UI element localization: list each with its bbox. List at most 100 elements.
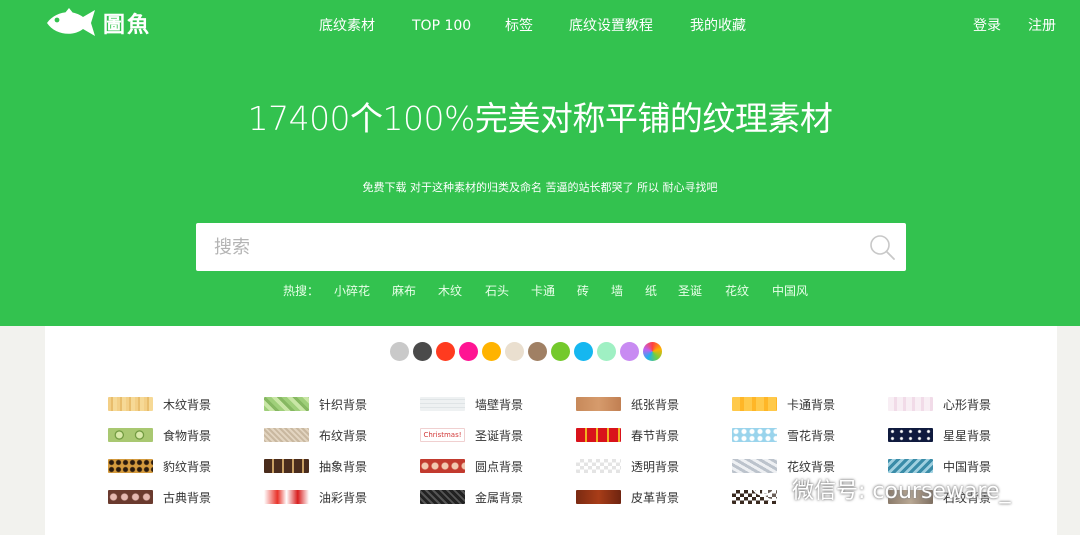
category-thumbnail xyxy=(108,459,153,473)
category-item[interactable]: 抽象背景 xyxy=(264,456,367,476)
category-label: 针织背景 xyxy=(319,397,368,412)
color-swatch[interactable] xyxy=(597,342,616,361)
hot-tag[interactable]: 墙 xyxy=(611,282,623,299)
category-label: 透明背景 xyxy=(631,459,680,474)
category-thumbnail xyxy=(420,397,465,411)
category-label: 纸张背景 xyxy=(631,397,680,412)
category-thumbnail xyxy=(888,428,933,442)
color-swatch[interactable] xyxy=(413,342,432,361)
hero-headline: 17400个100%完美对称平铺的纹理素材 xyxy=(247,99,833,138)
category-item[interactable]: 卡通背景 xyxy=(732,394,835,414)
category-thumbnail xyxy=(888,459,933,473)
color-swatch[interactable] xyxy=(482,342,501,361)
category-label: 卡通背景 xyxy=(787,397,836,412)
hot-tag[interactable]: 小碎花 xyxy=(334,282,370,299)
color-swatch[interactable] xyxy=(620,342,639,361)
category-item[interactable]: 油彩背景 xyxy=(264,487,367,507)
nav-item-tags[interactable]: 标签 xyxy=(505,14,533,38)
color-swatch[interactable] xyxy=(459,342,478,361)
category-item[interactable]: 古典背景 xyxy=(108,487,211,507)
hot-tag[interactable]: 圣诞 xyxy=(678,282,702,299)
category-thumbnail xyxy=(888,397,933,411)
register-link[interactable]: 注册 xyxy=(1028,14,1056,38)
category-label: 豹纹背景 xyxy=(163,459,212,474)
wechat-icon xyxy=(752,476,784,501)
category-item[interactable]: 纸张背景 xyxy=(576,394,679,414)
nav-item-tutorial[interactable]: 底纹设置教程 xyxy=(569,14,653,38)
color-swatch[interactable] xyxy=(528,342,547,361)
search-icon[interactable] xyxy=(868,233,896,261)
category-thumbnail xyxy=(264,428,309,442)
category-label: 春节背景 xyxy=(631,428,680,443)
login-link[interactable]: 登录 xyxy=(973,14,1001,38)
category-label: 古典背景 xyxy=(163,490,212,505)
watermark-text: 微信号: courseware_ xyxy=(792,479,1011,504)
category-thumbnail xyxy=(576,428,621,442)
category-label: 金属背景 xyxy=(475,490,524,505)
category-item[interactable]: 金属背景 xyxy=(420,487,523,507)
hot-tag[interactable]: 纸 xyxy=(645,282,657,299)
category-item[interactable]: 圆点背景 xyxy=(420,456,523,476)
category-item[interactable]: 豹纹背景 xyxy=(108,456,211,476)
hot-tag[interactable]: 砖 xyxy=(577,282,589,299)
hot-tag[interactable]: 卡通 xyxy=(531,282,555,299)
wechat-watermark: 微信号: courseware_ xyxy=(752,472,1011,506)
color-swatch[interactable] xyxy=(505,342,524,361)
category-item[interactable]: 春节背景 xyxy=(576,425,679,445)
category-label: 圆点背景 xyxy=(475,459,524,474)
category-thumbnail xyxy=(420,459,465,473)
hot-tag[interactable]: 花纹 xyxy=(725,282,749,299)
color-swatch[interactable] xyxy=(436,342,455,361)
category-item[interactable]: 布纹背景 xyxy=(264,425,367,445)
category-thumbnail xyxy=(732,428,777,442)
category-thumbnail xyxy=(732,459,777,473)
category-label: 星星背景 xyxy=(943,428,992,443)
color-swatch[interactable] xyxy=(574,342,593,361)
hot-search-label: 热搜： xyxy=(283,284,320,298)
category-item[interactable]: Christmas! 圣诞背景 xyxy=(420,425,523,445)
hot-tag[interactable]: 中国风 xyxy=(772,282,808,299)
category-item[interactable]: 星星背景 xyxy=(888,425,991,445)
category-thumbnail xyxy=(264,397,309,411)
category-label: 墙壁背景 xyxy=(475,397,524,412)
category-thumbnail xyxy=(732,397,777,411)
category-label: 雪花背景 xyxy=(787,428,836,443)
hot-tag[interactable]: 石头 xyxy=(485,282,509,299)
category-thumbnail xyxy=(576,490,621,504)
nav-item-texture-material[interactable]: 底纹素材 xyxy=(319,14,375,38)
category-thumbnail xyxy=(420,490,465,504)
category-thumbnail xyxy=(108,490,153,504)
category-label: 抽象背景 xyxy=(319,459,368,474)
category-thumbnail xyxy=(264,459,309,473)
category-label: 食物背景 xyxy=(163,428,212,443)
category-thumbnail xyxy=(108,397,153,411)
category-label: 圣诞背景 xyxy=(475,428,524,443)
category-label: 皮革背景 xyxy=(631,490,680,505)
category-item[interactable]: 透明背景 xyxy=(576,456,679,476)
category-item[interactable]: 食物背景 xyxy=(108,425,211,445)
category-thumbnail: Christmas! xyxy=(420,428,465,442)
color-swatch[interactable] xyxy=(551,342,570,361)
category-item[interactable]: 墙壁背景 xyxy=(420,394,523,414)
nav-item-favorites[interactable]: 我的收藏 xyxy=(690,14,746,38)
category-thumbnail xyxy=(576,459,621,473)
nav-item-top100[interactable]: TOP 100 xyxy=(412,14,471,38)
hero-subline: 免费下载 对于这种素材的归类及命名 苦逼的站长都哭了 所以 耐心寻找吧 xyxy=(362,181,718,194)
top-nav: 底纹素材 TOP 100 标签 底纹设置教程 我的收藏 登录 注册 xyxy=(0,14,1080,38)
category-item[interactable]: 木纹背景 xyxy=(108,394,211,414)
hot-tag[interactable]: 木纹 xyxy=(438,282,462,299)
category-thumbnail xyxy=(108,428,153,442)
category-thumbnail xyxy=(264,490,309,504)
category-label: 油彩背景 xyxy=(319,490,368,505)
category-item[interactable]: 心形背景 xyxy=(888,394,991,414)
search-input[interactable] xyxy=(196,223,846,271)
color-swatch-multicolor[interactable] xyxy=(643,342,662,361)
category-thumbnail xyxy=(576,397,621,411)
category-item[interactable]: 针织背景 xyxy=(264,394,367,414)
color-swatch[interactable] xyxy=(390,342,409,361)
category-item[interactable]: 雪花背景 xyxy=(732,425,835,445)
search-box xyxy=(196,223,906,271)
category-item[interactable]: 皮革背景 xyxy=(576,487,679,507)
hot-tag[interactable]: 麻布 xyxy=(392,282,416,299)
category-label: 心形背景 xyxy=(943,397,992,412)
